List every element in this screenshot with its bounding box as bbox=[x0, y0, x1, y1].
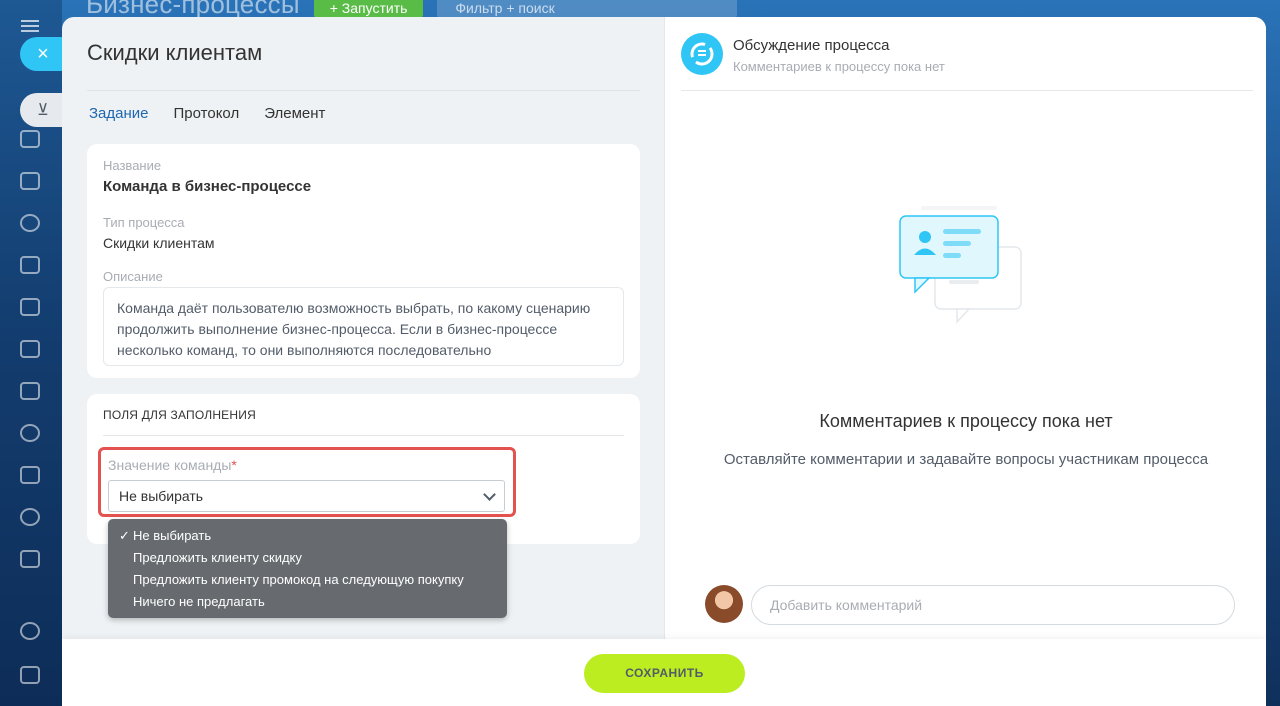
tabs: Задание Протокол Элемент bbox=[89, 105, 325, 130]
gear-icon[interactable] bbox=[20, 622, 40, 640]
divider bbox=[87, 90, 640, 91]
task-column: Скидки клиентам Задание Протокол Элемент… bbox=[62, 17, 664, 639]
name-value: Команда в бизнес-процессе bbox=[103, 178, 312, 195]
mail-icon[interactable] bbox=[20, 382, 40, 400]
required-mark: * bbox=[231, 457, 237, 473]
menu-icon[interactable] bbox=[21, 20, 39, 32]
empty-state-text: Оставляйте комментарии и задавайте вопро… bbox=[723, 451, 1209, 468]
save-button[interactable]: СОХРАНИТЬ bbox=[584, 654, 745, 693]
command-select[interactable]: Не выбирать bbox=[108, 480, 505, 512]
card-icon[interactable] bbox=[20, 340, 40, 358]
fields-header: поля для заполнения bbox=[103, 408, 256, 422]
filter-input[interactable]: Фильтр + поиск bbox=[437, 0, 738, 18]
close-button[interactable]: × bbox=[20, 37, 62, 71]
calendar-icon[interactable] bbox=[20, 256, 40, 274]
tab-task[interactable]: Задание bbox=[89, 105, 149, 130]
discussion-title: Обсуждение процесса bbox=[733, 37, 890, 54]
type-value: Скидки клиентам bbox=[103, 235, 215, 251]
printer-icon[interactable] bbox=[20, 666, 40, 684]
dropdown-option[interactable]: Предложить клиенту промокод на следующую… bbox=[108, 569, 507, 591]
description-label: Описание bbox=[103, 269, 163, 284]
market-icon[interactable] bbox=[20, 550, 40, 568]
document-icon[interactable] bbox=[20, 298, 40, 316]
minimize-button[interactable]: ⊻ bbox=[20, 93, 62, 127]
type-label: Тип процесса bbox=[103, 215, 185, 230]
page-title: Скидки клиентам bbox=[87, 40, 263, 65]
sidebar-item-icon[interactable] bbox=[20, 172, 40, 190]
divider bbox=[103, 435, 624, 436]
tasks-icon[interactable] bbox=[20, 466, 40, 484]
background-header: Бизнес-процессы + Запустить Фильтр + пои… bbox=[86, 0, 738, 19]
info-card: Название Команда в бизнес-процессе Тип п… bbox=[87, 144, 640, 378]
tab-element[interactable]: Элемент bbox=[264, 105, 325, 130]
chat-illustration-icon bbox=[897, 202, 1033, 331]
discussion-column: Обсуждение процесса Комментариев к проце… bbox=[664, 17, 1266, 639]
settings-icon[interactable] bbox=[20, 508, 40, 526]
task-slider: Скидки клиентам Задание Протокол Элемент… bbox=[62, 17, 1266, 706]
footer: СОХРАНИТЬ bbox=[62, 639, 1266, 706]
dropdown-option[interactable]: Предложить клиенту скидку bbox=[108, 547, 507, 569]
discussion-subtitle: Комментариев к процессу пока нет bbox=[733, 59, 945, 74]
sidebar-item-icon[interactable] bbox=[20, 214, 40, 232]
check-icon: ✓ bbox=[119, 528, 130, 543]
run-button[interactable]: + Запустить bbox=[313, 0, 424, 18]
minimize-icon: ⊻ bbox=[37, 102, 49, 119]
chevron-down-icon bbox=[483, 488, 496, 501]
close-icon: × bbox=[37, 42, 49, 65]
command-label: Значение команды* bbox=[108, 457, 237, 473]
empty-state-title: Комментариев к процессу пока нет bbox=[819, 411, 1113, 431]
dropdown-option[interactable]: Ничего не предлагать bbox=[108, 591, 507, 613]
discussion-icon bbox=[681, 33, 723, 75]
divider bbox=[681, 90, 1253, 91]
comment-input[interactable]: Добавить комментарий bbox=[751, 585, 1235, 625]
select-value: Не выбирать bbox=[119, 488, 204, 504]
contacts-icon[interactable] bbox=[20, 424, 40, 442]
command-dropdown: ✓ Не выбирать Предложить клиенту скидку П… bbox=[108, 519, 507, 618]
description-text: Команда даёт пользователю возможность вы… bbox=[103, 287, 624, 366]
name-label: Название bbox=[103, 158, 162, 173]
tab-log[interactable]: Протокол bbox=[174, 105, 240, 130]
sidebar-item-icon[interactable] bbox=[20, 130, 40, 148]
avatar bbox=[705, 585, 743, 623]
dropdown-option[interactable]: ✓ Не выбирать bbox=[108, 525, 507, 547]
